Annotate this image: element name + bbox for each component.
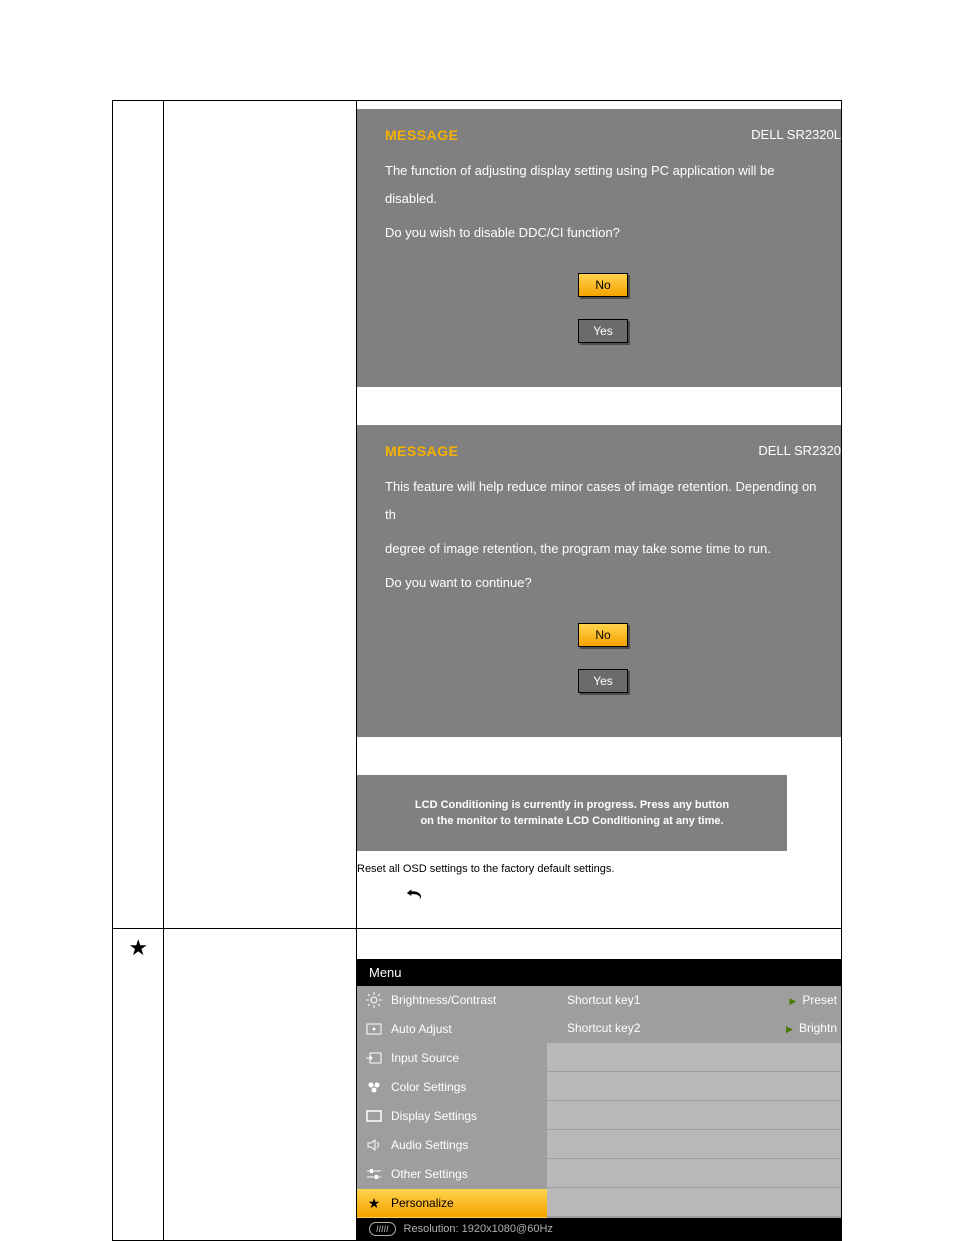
menu-brightness-contrast[interactable]: Brightness/Contrast bbox=[357, 986, 547, 1015]
model-label: DELL SR2320 bbox=[758, 443, 841, 458]
back-icon bbox=[405, 883, 427, 905]
osd-left-panel: Brightness/Contrast Auto Adjust bbox=[357, 986, 547, 1218]
personalize-star-icon: ★ bbox=[113, 929, 163, 961]
osd-header: Menu bbox=[357, 959, 841, 986]
menu-title: Menu bbox=[369, 965, 402, 980]
color-settings-icon bbox=[365, 1078, 383, 1096]
message-title: MESSAGE bbox=[385, 443, 821, 459]
input-source-icon bbox=[365, 1049, 383, 1067]
yes-button[interactable]: Yes bbox=[578, 669, 628, 693]
menu-item-label: Brightness/Contrast bbox=[391, 993, 496, 1007]
personalize-icon: ★ bbox=[365, 1194, 383, 1212]
empty-row bbox=[547, 1042, 841, 1071]
shortcut-key1-row[interactable]: Shortcut key1 Preset bbox=[547, 986, 841, 1014]
menu-audio-settings[interactable]: Audio Settings bbox=[357, 1131, 547, 1160]
lcd-conditioning-progress-box: LCD Conditioning is currently in progres… bbox=[357, 775, 787, 851]
menu-item-label: Auto Adjust bbox=[391, 1022, 452, 1036]
no-button[interactable]: No bbox=[578, 273, 628, 297]
yes-button[interactable]: Yes bbox=[578, 319, 628, 343]
model-label: DELL SR2320L bbox=[751, 127, 841, 142]
osd-footer: IIIII Resolution: 1920x1080@60Hz bbox=[357, 1218, 841, 1240]
menu-display-settings[interactable]: Display Settings bbox=[357, 1102, 547, 1131]
menu-item-label: Display Settings bbox=[391, 1109, 477, 1123]
message-line3: Do you want to continue? bbox=[385, 569, 821, 597]
empty-row bbox=[547, 1158, 841, 1187]
message-body-line2: Do you wish to disable DDC/CI function? bbox=[385, 219, 821, 247]
menu-auto-adjust[interactable]: Auto Adjust bbox=[357, 1015, 547, 1044]
conditioning-line1: LCD Conditioning is currently in progres… bbox=[397, 797, 747, 813]
shortcut-value: Preset bbox=[802, 993, 837, 1007]
shortcut-value: Brightn bbox=[799, 1021, 837, 1035]
shortcut-label: Shortcut key2 bbox=[567, 1021, 640, 1035]
menu-item-label: Input Source bbox=[391, 1051, 459, 1065]
display-settings-icon bbox=[365, 1107, 383, 1125]
lcd-conditioning-dialog: DELL SR2320 MESSAGE This feature will he… bbox=[357, 425, 841, 737]
menu-color-settings[interactable]: Color Settings bbox=[357, 1073, 547, 1102]
empty-row bbox=[547, 1187, 841, 1216]
audio-settings-icon bbox=[365, 1136, 383, 1154]
osd-menu: Menu Brightness/Contrast bbox=[357, 959, 841, 1240]
menu-other-settings[interactable]: Other Settings bbox=[357, 1160, 547, 1189]
energy-badge-icon: IIIII bbox=[369, 1222, 396, 1236]
ddcci-disable-dialog: DELL SR2320L MESSAGE The function of adj… bbox=[357, 109, 841, 387]
shortcut-key2-row[interactable]: Shortcut key2 Brightn bbox=[547, 1014, 841, 1042]
no-button[interactable]: No bbox=[578, 623, 628, 647]
auto-adjust-icon bbox=[365, 1020, 383, 1038]
message-line2: degree of image retention, the program m… bbox=[385, 535, 821, 563]
empty-row bbox=[547, 1129, 841, 1158]
empty-row bbox=[547, 1100, 841, 1129]
brightness-icon bbox=[365, 991, 383, 1009]
shortcut-label: Shortcut key1 bbox=[567, 993, 640, 1007]
osd-right-panel: Shortcut key1 Preset Shortcut key2 Brigh… bbox=[547, 986, 841, 1218]
menu-personalize[interactable]: ★ Personalize bbox=[357, 1189, 547, 1218]
menu-item-label: Personalize bbox=[391, 1196, 454, 1210]
other-settings-icon bbox=[365, 1165, 383, 1183]
menu-item-label: Audio Settings bbox=[391, 1138, 468, 1152]
message-line1: This feature will help reduce minor case… bbox=[385, 473, 821, 529]
empty-row bbox=[547, 1071, 841, 1100]
resolution-label: Resolution: 1920x1080@60Hz bbox=[404, 1223, 553, 1235]
message-body-line1: The function of adjusting display settin… bbox=[385, 157, 821, 213]
factory-reset-description: Reset all OSD settings to the factory de… bbox=[357, 863, 841, 875]
menu-input-source[interactable]: Input Source bbox=[357, 1044, 547, 1073]
menu-item-label: Color Settings bbox=[391, 1080, 466, 1094]
menu-item-label: Other Settings bbox=[391, 1167, 468, 1181]
conditioning-line2: on the monitor to terminate LCD Conditio… bbox=[397, 813, 747, 829]
